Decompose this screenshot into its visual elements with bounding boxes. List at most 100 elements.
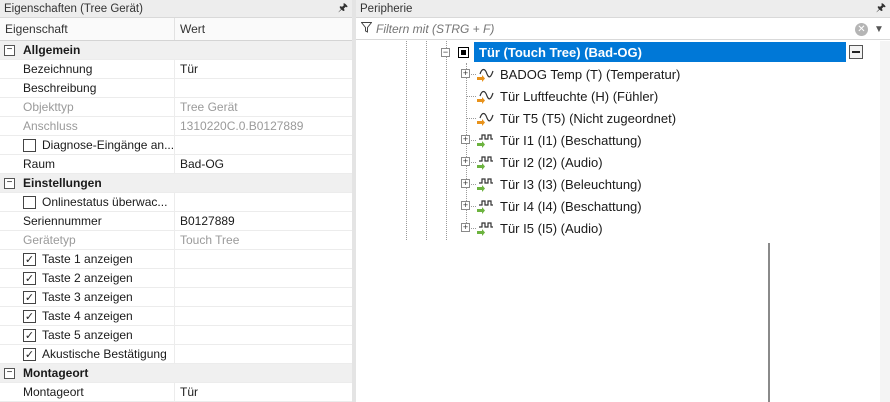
property-name: Montageort (0, 382, 175, 402)
tree-node[interactable]: Tür T5 (T5) (Nicht zugeordnet) (476, 107, 676, 129)
sensor-wave-icon (476, 66, 500, 82)
property-row-akustisch[interactable]: ✓ Akustische Bestätigung (0, 344, 352, 364)
expand-toggle-icon[interactable]: + (461, 135, 470, 144)
property-name: Taste 5 anzeigen (42, 328, 133, 342)
properties-panel-title: Eigenschaften (Tree Gerät) (4, 2, 143, 15)
tree-node[interactable]: Tür I4 (I4) (Beschattung) (476, 195, 642, 217)
property-name: Diagnose-Eingänge an... (42, 138, 175, 152)
property-name: Akustische Bestätigung (42, 347, 167, 361)
tree-node-label: Tür I2 (I2) (Audio) (500, 154, 603, 170)
pin-icon[interactable]: 🖈 (872, 0, 890, 18)
property-row-beschreibung[interactable]: Beschreibung (0, 78, 352, 98)
properties-panel: Eigenschaften (Tree Gerät) 🖈 Eigenschaft… (0, 0, 352, 402)
property-row-bezeichnung[interactable]: Bezeichnung Tür (0, 59, 352, 79)
category-einstellungen[interactable]: − Einstellungen (0, 174, 352, 193)
property-value[interactable]: Tür (175, 62, 352, 76)
chevron-down-icon[interactable]: ▼ (874, 24, 886, 35)
input-pulse-icon (476, 132, 500, 148)
tree-guide-line (426, 41, 427, 240)
property-name: Taste 4 anzeigen (42, 309, 133, 323)
collapse-icon[interactable]: − (4, 367, 15, 379)
input-pulse-icon (476, 176, 500, 192)
properties-panel-header: Eigenschaften (Tree Gerät) 🖈 (0, 0, 352, 18)
tree-node-label: Tür Luftfeuchte (H) (Fühler) (500, 88, 659, 104)
checkbox-taste5[interactable]: ✓ (23, 328, 36, 342)
property-name: Anschluss (0, 116, 175, 136)
category-montageort[interactable]: − Montageort (0, 364, 352, 383)
property-row-taste2[interactable]: ✓ Taste 2 anzeigen (0, 268, 352, 288)
checkbox-taste3[interactable]: ✓ (23, 290, 36, 304)
property-row-taste4[interactable]: ✓ Taste 4 anzeigen (0, 306, 352, 326)
property-row-taste1[interactable]: ✓ Taste 1 anzeigen (0, 249, 352, 269)
property-row-anschluss: Anschluss 1310220C.0.B0127889 (0, 116, 352, 136)
property-value[interactable]: Bad-OG (175, 157, 352, 171)
tree-node[interactable]: Tür Luftfeuchte (H) (Fühler) (476, 85, 658, 107)
collapse-icon[interactable]: − (4, 177, 15, 189)
device-node-icon (458, 46, 469, 58)
tree-node[interactable]: Tür I5 (I5) (Audio) (476, 217, 603, 239)
property-name: Raum (0, 154, 175, 174)
property-row-diagnose[interactable]: Diagnose-Eingänge an... (0, 135, 352, 155)
property-grid: − Allgemein Bezeichnung Tür Beschreibung … (0, 41, 352, 402)
tree-node[interactable]: Tür I2 (I2) (Audio) (476, 151, 603, 173)
tree-node-selected[interactable]: Tür (Touch Tree) (Bad-OG) (458, 42, 642, 62)
property-value[interactable]: B0127889 (175, 214, 352, 228)
property-row-raum[interactable]: Raum Bad-OG (0, 154, 352, 174)
collapse-icon[interactable]: − (4, 44, 15, 56)
filter-funnel-icon (356, 22, 376, 36)
tree-node[interactable]: Tür I1 (I1) (Beschattung) (476, 129, 642, 151)
expand-toggle-icon[interactable]: − (441, 48, 450, 57)
property-row-montageort[interactable]: Montageort Tür (0, 382, 352, 402)
property-name: Gerätetyp (0, 230, 175, 250)
input-pulse-icon (476, 154, 500, 170)
property-name: Seriennummer (0, 211, 175, 231)
scrollbar[interactable] (880, 41, 890, 402)
category-allgemein[interactable]: − Allgemein (0, 41, 352, 60)
property-row-onlinestatus[interactable]: Onlinestatus überwac... (0, 192, 352, 212)
checkbox-taste4[interactable]: ✓ (23, 309, 36, 323)
checkbox-taste1[interactable]: ✓ (23, 252, 36, 266)
tree-node[interactable]: BADOG Temp (T) (Temperatur) (476, 63, 680, 85)
property-row-objekttyp: Objekttyp Tree Gerät (0, 97, 352, 117)
properties-column-header: Eigenschaft Wert (0, 18, 352, 41)
clear-filter-icon[interactable]: ✕ (855, 22, 868, 36)
property-value: Tree Gerät (180, 100, 238, 114)
collapse-button[interactable] (849, 45, 863, 59)
checkbox-diagnose[interactable] (23, 138, 36, 152)
category-label: Allgemein (23, 43, 81, 57)
pin-icon[interactable]: 🖈 (334, 0, 352, 18)
property-row-seriennummer[interactable]: Seriennummer B0127889 (0, 211, 352, 231)
input-pulse-icon (476, 220, 500, 236)
tree-node-label: BADOG Temp (T) (Temperatur) (500, 66, 681, 82)
property-name: Taste 2 anzeigen (42, 271, 133, 285)
property-value: 1310220C.0.B0127889 (180, 119, 304, 133)
property-name: Beschreibung (0, 78, 175, 98)
expand-toggle-icon[interactable]: + (461, 201, 470, 210)
column-header-property[interactable]: Eigenschaft (0, 18, 175, 40)
filter-input[interactable] (376, 22, 855, 36)
property-row-taste5[interactable]: ✓ Taste 5 anzeigen (0, 325, 352, 345)
peripherals-panel-title: Peripherie (360, 2, 413, 15)
expand-toggle-icon[interactable]: + (461, 69, 470, 78)
sensor-wave-icon (476, 110, 500, 126)
filter-bar: ✕ ▼ (356, 19, 890, 40)
panel-edge-line (768, 243, 770, 402)
property-row-taste3[interactable]: ✓ Taste 3 anzeigen (0, 287, 352, 307)
input-pulse-icon (476, 198, 500, 214)
checkbox-onlinestatus[interactable] (23, 195, 36, 209)
property-row-geraetetyp: Gerätetyp Touch Tree (0, 230, 352, 250)
tree-node[interactable]: Tür I3 (I3) (Beleuchtung) (476, 173, 642, 195)
expand-toggle-icon[interactable]: + (461, 223, 470, 232)
checkbox-akustisch[interactable]: ✓ (23, 347, 36, 361)
tree-node-label: Tür I3 (I3) (Beleuchtung) (500, 176, 642, 192)
expand-toggle-icon[interactable]: + (461, 157, 470, 166)
property-name: Onlinestatus überwac... (42, 195, 168, 209)
checkbox-taste2[interactable]: ✓ (23, 271, 36, 285)
property-value[interactable]: Tür (175, 385, 352, 399)
expand-toggle-icon[interactable]: + (461, 179, 470, 188)
column-header-value[interactable]: Wert (175, 18, 352, 40)
tree-guide-line (406, 41, 407, 240)
tree-node-label: Tür T5 (T5) (Nicht zugeordnet) (500, 110, 677, 126)
peripherals-panel: Peripherie 🖈 ✕ ▼ − Tür (Touch Tree) (Bad… (356, 0, 890, 402)
category-label: Einstellungen (23, 176, 102, 190)
